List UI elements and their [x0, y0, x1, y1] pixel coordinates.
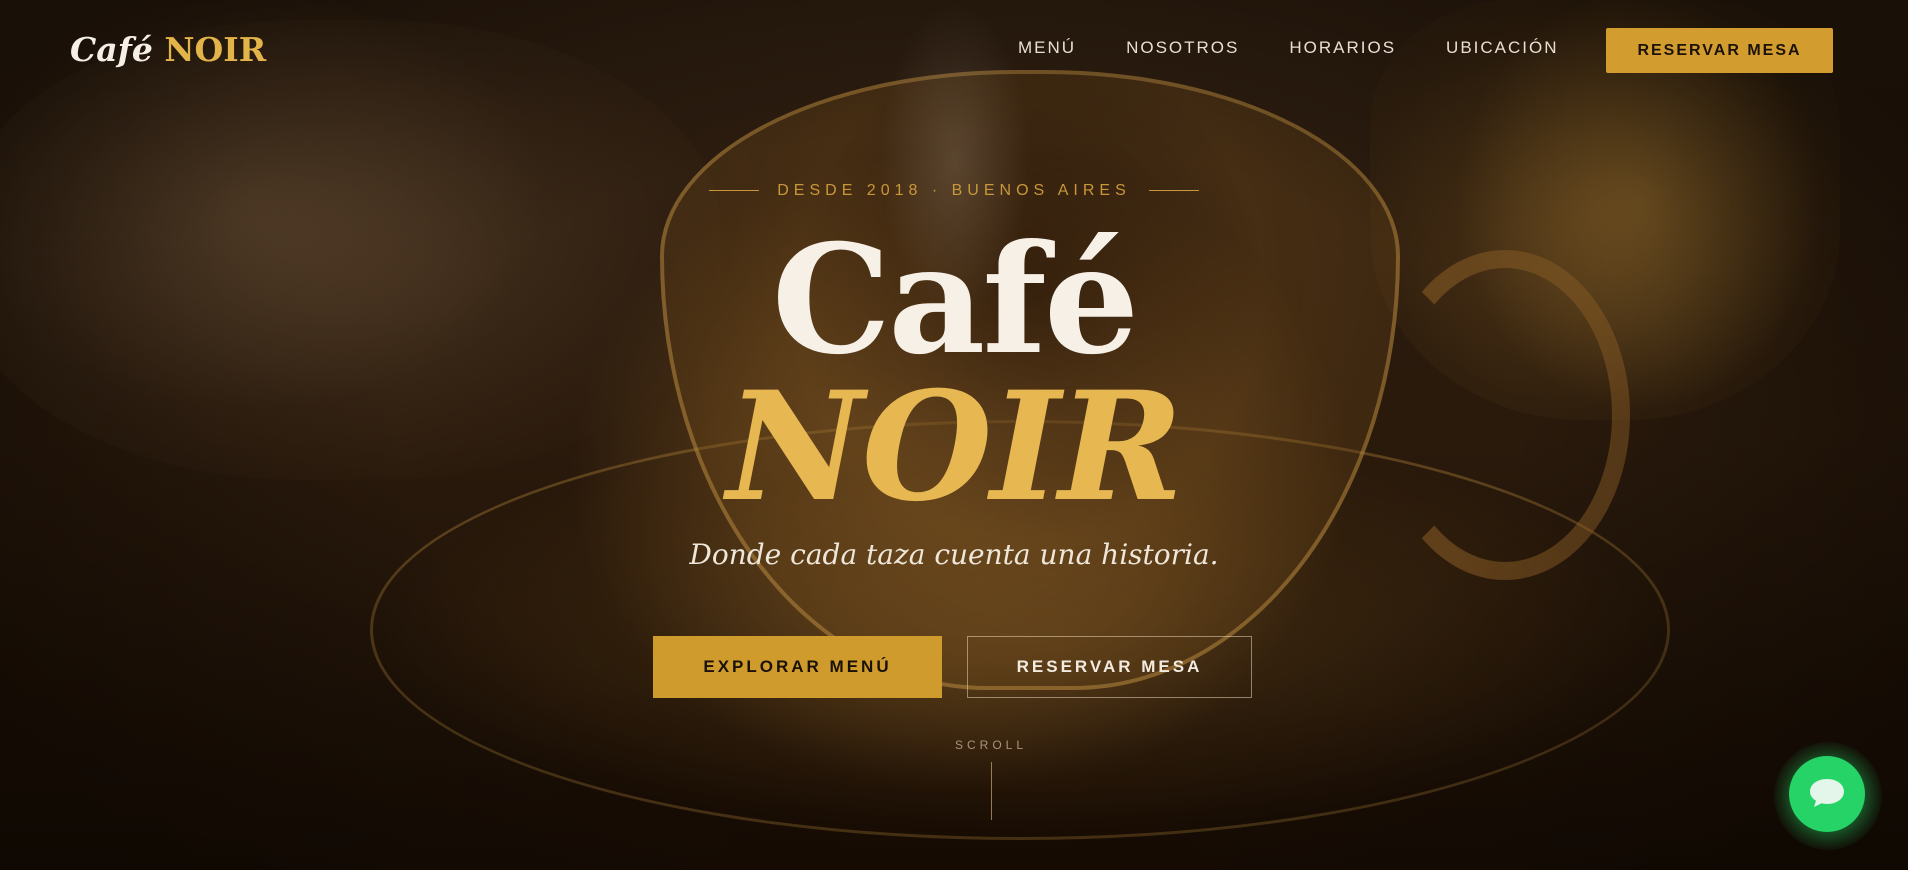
reserve-table-nav-button[interactable]: RESERVAR MESA — [1606, 28, 1833, 73]
explore-menu-button[interactable]: EXPLORAR MENÚ — [653, 636, 942, 698]
nav-link-menu[interactable]: MENÚ — [1018, 38, 1076, 58]
hero-title-noir: NOIR — [726, 359, 1184, 535]
eyebrow-divider-right — [1148, 190, 1199, 192]
scroll-indicator-line — [991, 762, 992, 820]
eyebrow-text: DESDE 2018 · BUENOS AIRES — [777, 182, 1131, 199]
hero-tagline: Donde cada taza cuenta una historia. — [689, 538, 1219, 571]
logo-word-noir: NOIR — [164, 30, 267, 69]
hero-title-cafe: Café — [771, 212, 1140, 388]
eyebrow-divider-left — [709, 190, 760, 192]
nav-link-horarios[interactable]: HORARIOS — [1289, 38, 1396, 58]
chat-bubble-icon — [1807, 776, 1847, 813]
site-logo[interactable]: Café NOIR — [70, 30, 266, 69]
logo-word-cafe: Café — [70, 30, 153, 69]
hero-eyebrow: DESDE 2018 · BUENOS AIRES — [0, 182, 1908, 200]
main-nav: MENÚ NOSOTROS HORARIOS UBICACIÓN — [1018, 38, 1609, 58]
scroll-indicator-label: SCROLL — [954, 738, 1028, 752]
nav-link-nosotros[interactable]: NOSOTROS — [1126, 38, 1239, 58]
reserve-table-hero-button[interactable]: RESERVAR MESA — [967, 636, 1252, 698]
nav-link-ubicacion[interactable]: UBICACIÓN — [1446, 38, 1558, 58]
chat-button[interactable] — [1789, 756, 1865, 832]
